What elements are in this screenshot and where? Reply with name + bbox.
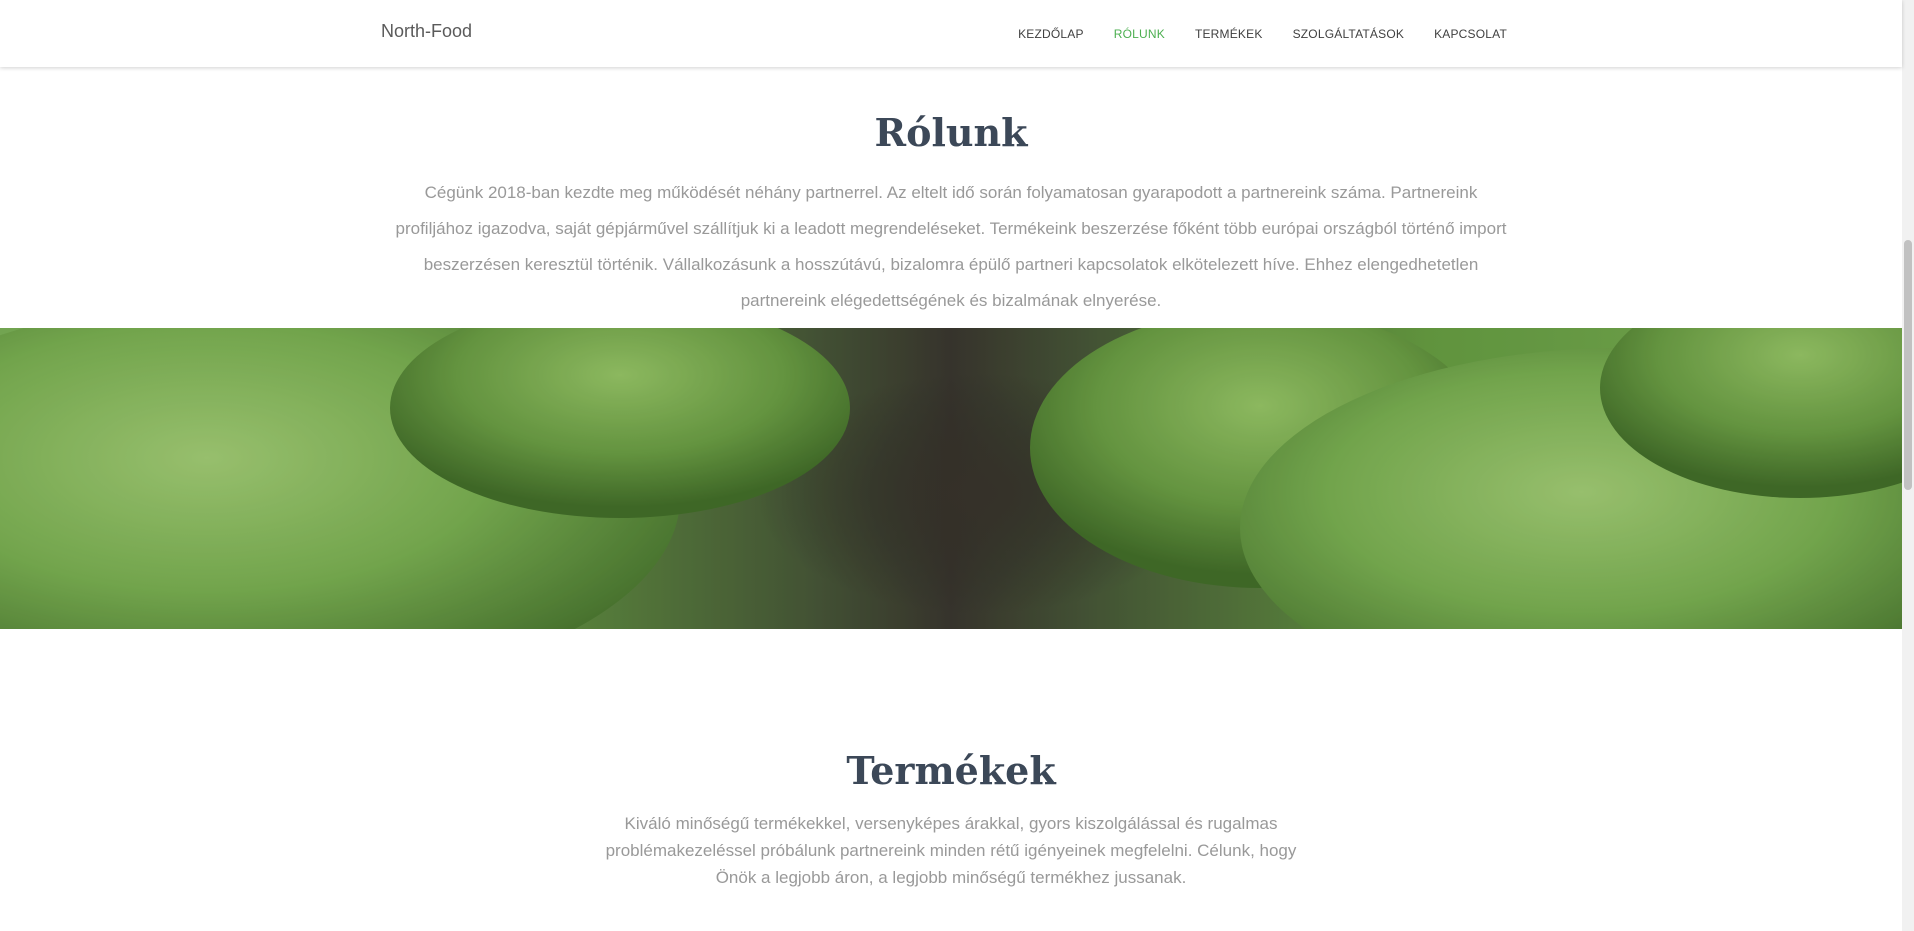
about-title: Rólunk [874,110,1028,155]
nav-link-kapcsolat[interactable]: KAPCSOLAT [1434,27,1507,41]
nav-link-kezdolap[interactable]: KEZDŐLAP [1018,27,1084,41]
lettuce-field-illustration [0,328,1902,629]
nav-item-szolgaltatasok: SZOLGÁLTATÁSOK [1293,25,1405,43]
about-description: Cégünk 2018-ban kezdte meg működését néh… [395,183,1507,310]
nav-link-termekek[interactable]: TERMÉKEK [1195,27,1263,41]
nav-menu: KEZDŐLAP RÓLUNK TERMÉKEK SZOLGÁLTATÁSOK … [1018,0,1507,67]
nav-link-rolunk[interactable]: RÓLUNK [1114,27,1165,41]
nav-item-kapcsolat: KAPCSOLAT [1434,25,1507,43]
page-scrollbar[interactable] [1902,0,1914,931]
nav-item-kezdolap: KEZDŐLAP [1018,25,1084,43]
nav-link-szolgaltatasok[interactable]: SZOLGÁLTATÁSOK [1293,27,1405,41]
lettuce-field-banner-image [0,328,1902,629]
navbar: North-Food KEZDŐLAP RÓLUNK TERMÉKEK SZOL… [0,0,1902,67]
brand-logo[interactable]: North-Food [381,21,472,42]
scrollbar-thumb[interactable] [1904,240,1912,490]
nav-item-termekek: TERMÉKEK [1195,25,1263,43]
nav-item-rolunk: RÓLUNK [1114,25,1165,43]
products-title: Termékek [846,748,1056,793]
products-description: Kiváló minőségű termékekkel, versenyképe… [605,814,1297,887]
